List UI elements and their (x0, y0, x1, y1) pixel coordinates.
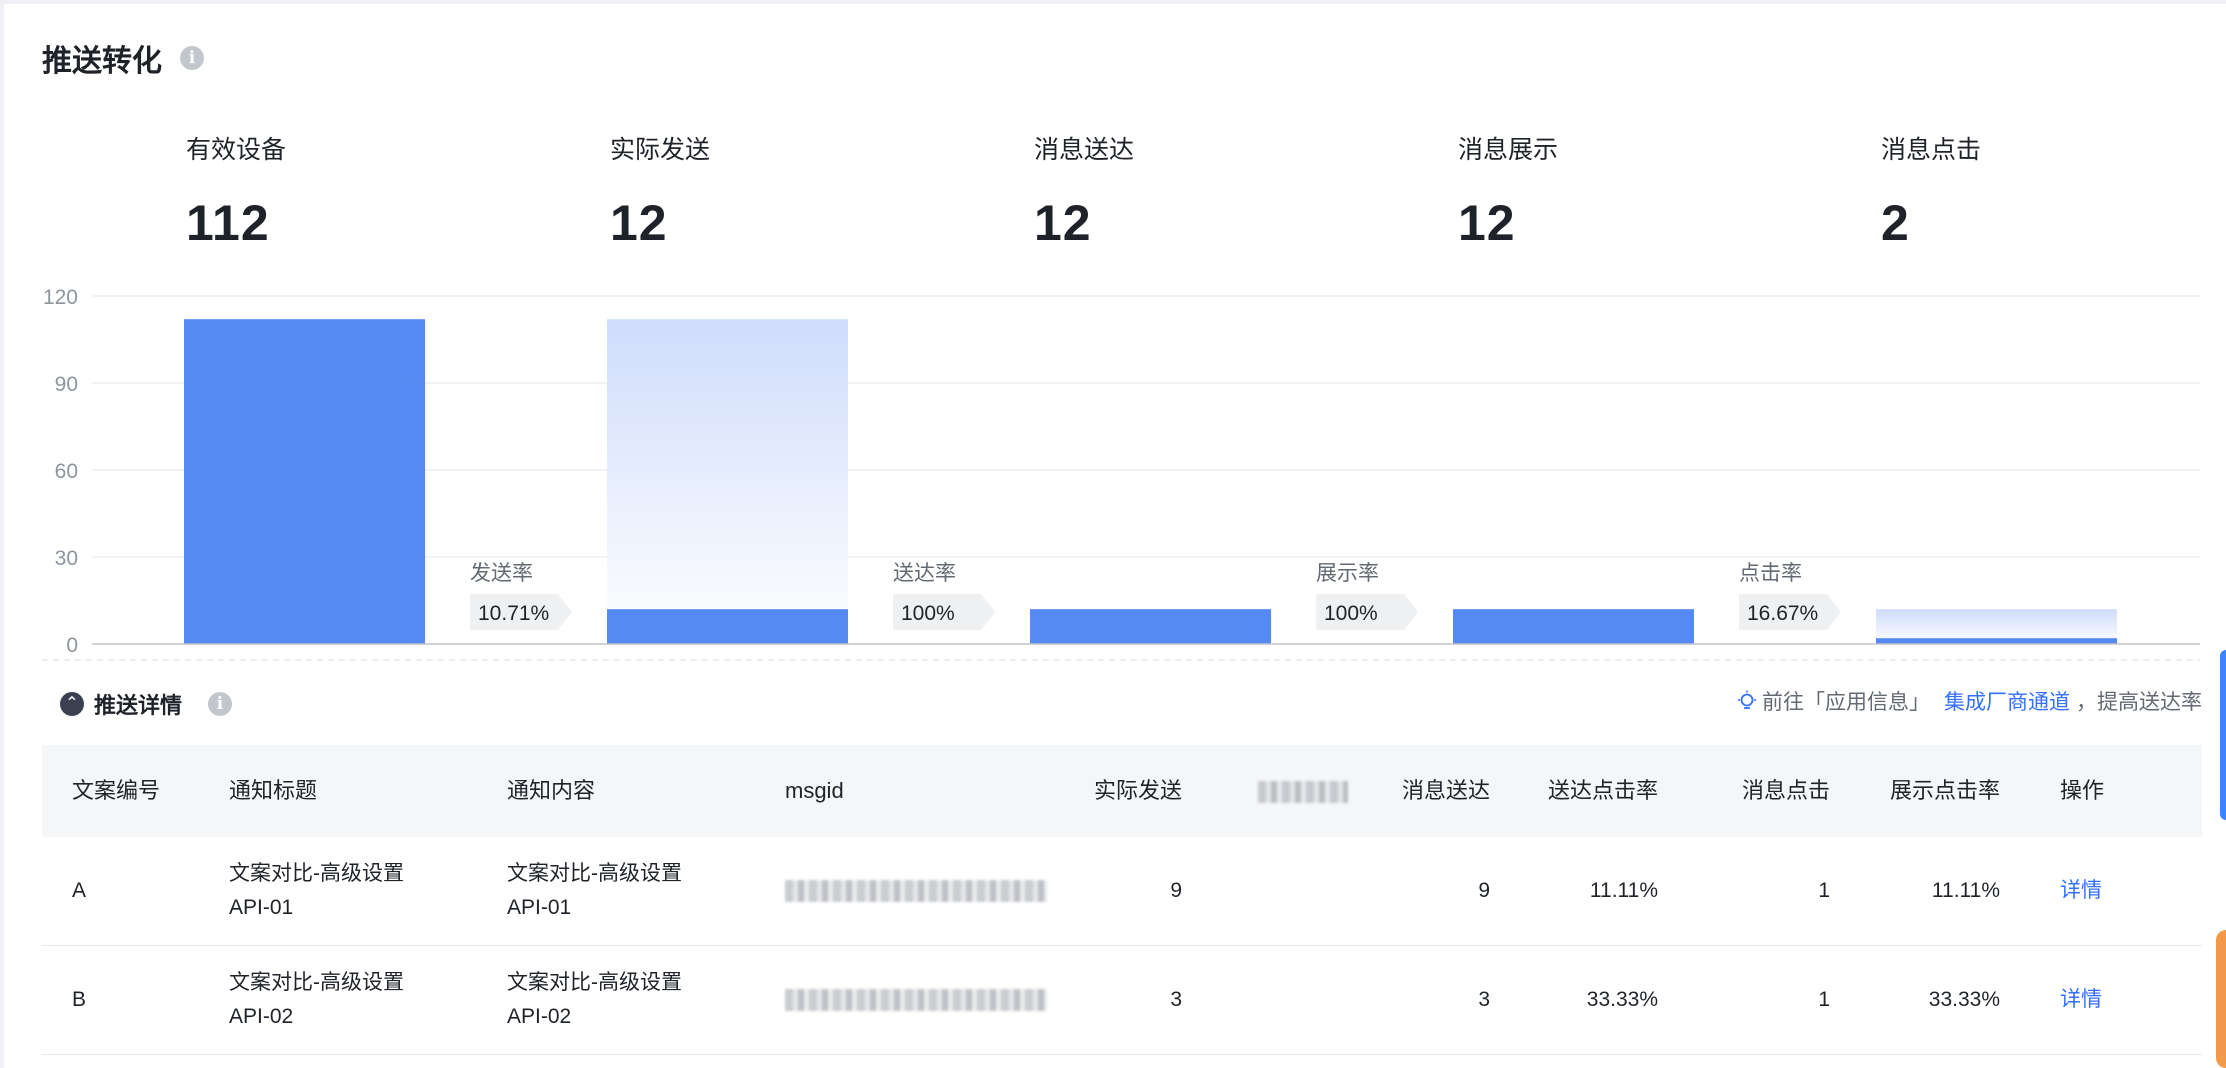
column-header-redacted (1218, 774, 1358, 808)
conversion-rate-label: 展示率 (1316, 562, 1379, 585)
delivery-tip: 前往「应用信息」 集成厂商通道 ，提高送达率 (1736, 686, 2202, 716)
details-link: 详情 (2036, 983, 2182, 1017)
conversion-rate-value: 100% (901, 602, 955, 625)
metric-label: 消息送达 (1034, 136, 1135, 164)
notification-content: 文案对比-高级设置 API-02 (477, 966, 755, 1034)
title-line: API-01 (229, 896, 294, 919)
bar (607, 609, 848, 644)
title-line: 文案对比-高级设置 (229, 862, 404, 885)
previous-stage-bar (607, 319, 848, 644)
metric-actual-sent: 实际发送 12 (610, 130, 710, 252)
tip-prefix: 前往「应用信息」 (1762, 691, 1930, 714)
table-header: 文案编号 通知标题 通知内容 msgid 实际发送 消息送达 送达点击率 消息点… (42, 745, 2202, 837)
column-header: 通知内容 (507, 778, 596, 803)
page-header: 推送转化 i (42, 36, 204, 80)
click-count: 1 (1818, 879, 1830, 902)
bar (1453, 609, 1694, 644)
metric-label: 有效设备 (186, 136, 287, 164)
metric-clicks: 消息点击 2 (1881, 130, 1981, 252)
msgid-redacted (755, 983, 1047, 1017)
info-icon[interactable]: i (180, 46, 204, 70)
bar (1030, 609, 1271, 644)
sent-count: 3 (1170, 988, 1182, 1011)
tip-suffix: ，提高送达率 (2076, 691, 2202, 714)
column-header: 送达点击率 (1547, 778, 1658, 803)
bar (184, 319, 425, 644)
side-panel-tab[interactable] (2220, 650, 2226, 820)
details-header: ⌃ 推送详情 i (60, 688, 233, 720)
title-line: API-02 (229, 1005, 294, 1028)
show-click-rate: 33.33% (1928, 988, 2000, 1011)
details-link: 详情 (2036, 874, 2182, 908)
content-line: API-01 (507, 896, 572, 919)
funnel-bar-chart: 0 30 60 90 120 发送率 10.71% 送达率 100% 展示率 100% 点击率 16.6… (42, 286, 2200, 661)
y-tick-label: 30 (55, 547, 78, 570)
metric-label: 消息点击 (1881, 136, 1982, 164)
details-title: 推送详情 (94, 693, 183, 718)
deliver-click-rate: 33.33% (1586, 988, 1658, 1011)
table-row: B 文案对比-高级设置 API-02 文案对比-高级设置 API-02 3 3 … (42, 946, 2202, 1055)
y-tick-label: 0 (66, 634, 78, 657)
conversion-rate-label: 点击率 (1739, 562, 1802, 585)
column-header: 展示点击率 (1889, 778, 2000, 803)
click-count: 1 (1818, 988, 1830, 1011)
info-icon[interactable]: i (208, 692, 233, 716)
bar (1876, 638, 2117, 644)
delivered-count: 9 (1478, 879, 1490, 902)
conversion-rate-value: 16.67% (1747, 602, 1818, 625)
column-header: 消息点击 (1741, 778, 1830, 803)
conversion-rate-value: 100% (1324, 602, 1378, 625)
column-header: 实际发送 (1093, 778, 1182, 803)
conversion-rate-value: 10.71% (478, 602, 549, 625)
conversion-rate-label: 发送率 (470, 562, 533, 585)
metric-valid-devices: 有效设备 112 (186, 130, 286, 252)
copy-id: B (72, 988, 87, 1011)
push-details-table: 文案编号 通知标题 通知内容 msgid 实际发送 消息送达 送达点击率 消息点… (42, 745, 2202, 1055)
notification-title: 文案对比-高级设置 API-02 (199, 966, 477, 1034)
sent-count: 9 (1170, 879, 1182, 902)
column-header: 通知标题 (229, 778, 318, 803)
msgid-redacted (755, 874, 1047, 908)
delivered-count: 3 (1478, 988, 1490, 1011)
metric-value: 12 (1034, 195, 1092, 251)
column-header: 消息送达 (1401, 778, 1490, 803)
details-link-text[interactable]: 详情 (2060, 988, 2102, 1011)
column-header: 操作 (2060, 778, 2105, 803)
metric-value: 112 (186, 195, 270, 251)
copy-id: A (72, 879, 87, 902)
page-title: 推送转化 (42, 45, 162, 78)
y-tick-label: 120 (43, 286, 78, 309)
metric-value: 12 (610, 195, 668, 251)
title-line: 文案对比-高级设置 (229, 971, 404, 994)
metric-value: 12 (1458, 195, 1516, 251)
y-tick-label: 60 (55, 460, 78, 483)
lightbulb-icon (1738, 690, 1756, 709)
y-tick-label: 90 (55, 373, 78, 396)
metric-value: 2 (1881, 195, 1910, 251)
column-header: msgid (785, 778, 844, 803)
notification-title: 文案对比-高级设置 API-01 (199, 857, 477, 925)
notification-content: 文案对比-高级设置 API-01 (477, 857, 755, 925)
content-line: 文案对比-高级设置 (507, 971, 682, 994)
metric-label: 实际发送 (610, 136, 711, 164)
metric-label: 消息展示 (1458, 136, 1559, 164)
details-link-text[interactable]: 详情 (2060, 879, 2102, 902)
chevron-up-icon[interactable]: ⌃ (60, 692, 84, 716)
side-panel-tab[interactable] (2216, 930, 2226, 1068)
show-click-rate: 11.11% (1931, 879, 2000, 902)
integrate-vendor-channel-link[interactable]: 集成厂商通道 (1944, 686, 2070, 716)
content-line: API-02 (507, 1005, 572, 1028)
deliver-click-rate: 11.11% (1589, 879, 1658, 902)
metric-shown: 消息展示 12 (1458, 130, 1558, 252)
content-line: 文案对比-高级设置 (507, 862, 682, 885)
conversion-rate-label: 送达率 (893, 562, 956, 585)
column-header: 文案编号 (72, 778, 161, 803)
table-row: A 文案对比-高级设置 API-01 文案对比-高级设置 API-01 9 9 … (42, 837, 2202, 946)
metric-delivered: 消息送达 12 (1034, 130, 1134, 252)
